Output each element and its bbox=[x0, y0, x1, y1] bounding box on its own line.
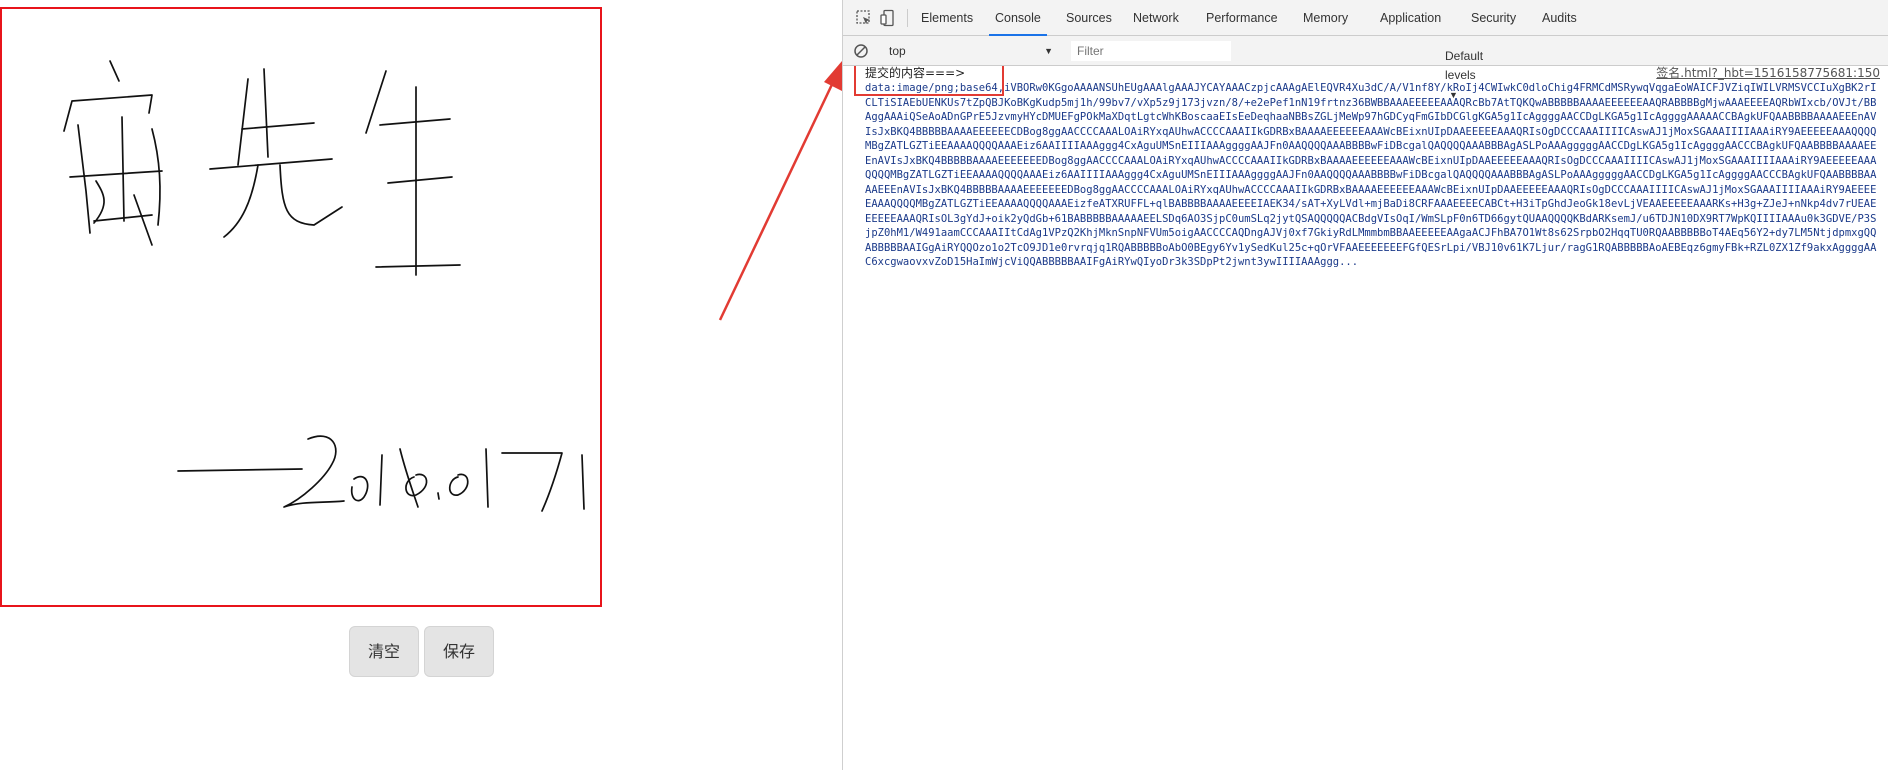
filter-input[interactable] bbox=[1071, 41, 1231, 61]
save-button[interactable]: 保存 bbox=[424, 626, 494, 677]
annotation-arrow bbox=[718, 54, 848, 321]
inspect-element-icon[interactable] bbox=[855, 9, 873, 27]
tab-performance[interactable]: Performance bbox=[1204, 0, 1280, 36]
tab-console[interactable]: Console bbox=[989, 0, 1047, 36]
tab-application[interactable]: Application bbox=[1378, 0, 1443, 36]
context-selector[interactable]: top ▼ bbox=[881, 42, 1059, 61]
signature-canvas[interactable] bbox=[0, 7, 602, 607]
filter-area: Default levels ▼ bbox=[1071, 41, 1483, 100]
devtools-panel: Elements Console Sources Network Perform… bbox=[842, 0, 1888, 770]
tab-memory[interactable]: Memory bbox=[1301, 0, 1350, 36]
log-message-label: 提交的内容===> bbox=[865, 66, 966, 80]
context-value: top bbox=[889, 44, 906, 58]
tab-audits[interactable]: Audits bbox=[1540, 0, 1579, 36]
chevron-down-icon: ▼ bbox=[1044, 46, 1053, 56]
tab-security[interactable]: Security bbox=[1469, 0, 1518, 36]
handwriting-strokes bbox=[63, 60, 585, 512]
devtools-tabbar: Elements Console Sources Network Perform… bbox=[843, 0, 1888, 36]
tab-network[interactable]: Network bbox=[1131, 0, 1181, 36]
log-source-link[interactable]: 签名.html?_hbt=1516158775681:150 bbox=[1656, 66, 1880, 81]
clear-button[interactable]: 清空 bbox=[349, 626, 419, 677]
tab-sources[interactable]: Sources bbox=[1064, 0, 1114, 36]
device-toolbar-icon[interactable] bbox=[879, 9, 897, 27]
log-base64-data: data:image/png;base64,iVBORw0KGgoAAAANSU… bbox=[865, 82, 1877, 268]
tab-elements[interactable]: Elements bbox=[919, 0, 975, 36]
console-toolbar: top ▼ Default levels ▼ bbox=[843, 36, 1888, 100]
tab-separator bbox=[907, 9, 908, 27]
console-output: 提交的内容===> 签名.html?_hbt=1516158775681:150… bbox=[843, 66, 1888, 770]
log-levels-dropdown[interactable]: Default levels ▼ bbox=[1445, 47, 1483, 100]
clear-console-icon[interactable] bbox=[853, 43, 869, 59]
